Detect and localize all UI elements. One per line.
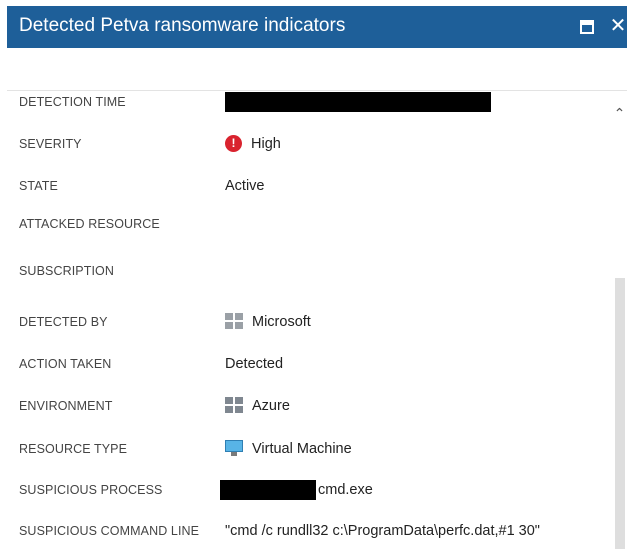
detail-row-action-taken: ACTION TAKEN Detected [7, 349, 612, 379]
detail-row-state: STATE Active [7, 171, 612, 201]
blade-title: Detected Petva ransomware indicators [19, 15, 346, 36]
detection-time-label: DETECTION TIME [19, 95, 126, 109]
severity-label: SEVERITY [19, 137, 82, 151]
command-bar [7, 48, 627, 90]
windows-logo-icon [225, 313, 243, 330]
scrollbar-thumb[interactable] [615, 278, 625, 549]
redacted-block [220, 480, 316, 501]
vertical-scrollbar[interactable]: ⌃ [612, 91, 627, 549]
resource-type-value: Virtual Machine [225, 434, 352, 464]
severity-value: ! High [225, 129, 281, 159]
action-taken-label: ACTION TAKEN [19, 357, 112, 371]
alert-circle-icon: ! [225, 134, 242, 152]
blade-header: Detected Petva ransomware indicators ✕ [7, 6, 627, 48]
detail-row-attacked-resource: ATTACKED RESOURCE [7, 209, 612, 239]
detail-row-detection-time: DETECTION TIME [7, 91, 612, 117]
attacked-resource-label: ATTACKED RESOURCE [19, 217, 160, 231]
action-taken-value: Detected [225, 356, 284, 372]
environment-label: ENVIRONMENT [19, 399, 113, 413]
detail-row-detected-by: DETECTED BY Microsoft [7, 307, 612, 337]
environment-value: Azure [225, 391, 290, 421]
windows-logo-icon [225, 397, 243, 414]
detected-by-text: Microsoft [252, 314, 311, 330]
severity-text: High [251, 136, 281, 152]
redacted-block [225, 92, 491, 113]
chevron-up-icon[interactable]: ⌃ [613, 106, 626, 120]
close-icon[interactable]: ✕ [609, 13, 627, 39]
detected-by-label: DETECTED BY [19, 315, 108, 329]
detection-time-value [225, 91, 491, 117]
suspicious-process-label: SUSPICIOUS PROCESS [19, 483, 163, 497]
state-label: STATE [19, 179, 58, 193]
subscription-label: SUBSCRIPTION [19, 264, 114, 278]
suspicious-command-line-label: SUSPICIOUS COMMAND LINE [19, 524, 200, 538]
detail-row-severity: SEVERITY ! High [7, 129, 612, 159]
detected-by-value: Microsoft [225, 307, 311, 337]
alert-details: DETECTION TIME SEVERITY ! High STATE Acti… [7, 91, 612, 549]
maximize-icon[interactable] [580, 20, 594, 34]
suspicious-process-text: cmd.exe [318, 482, 373, 498]
detail-row-environment: ENVIRONMENT Azure [7, 391, 612, 421]
detail-row-suspicious-command-line: SUSPICIOUS COMMAND LINE "cmd /c rundll32… [7, 516, 612, 546]
detail-row-subscription: SUBSCRIPTION [7, 256, 612, 286]
resource-type-label: RESOURCE TYPE [19, 442, 128, 456]
suspicious-command-line-value: "cmd /c rundll32 c:\ProgramData\perfc.da… [225, 523, 540, 539]
state-value: Active [225, 178, 265, 194]
suspicious-process-value: cmd.exe [220, 475, 373, 505]
detail-row-suspicious-process: SUSPICIOUS PROCESS cmd.exe [7, 475, 612, 505]
monitor-icon [225, 439, 243, 457]
resource-type-text: Virtual Machine [252, 441, 352, 457]
environment-text: Azure [252, 398, 290, 414]
detail-row-resource-type: RESOURCE TYPE Virtual Machine [7, 434, 612, 464]
